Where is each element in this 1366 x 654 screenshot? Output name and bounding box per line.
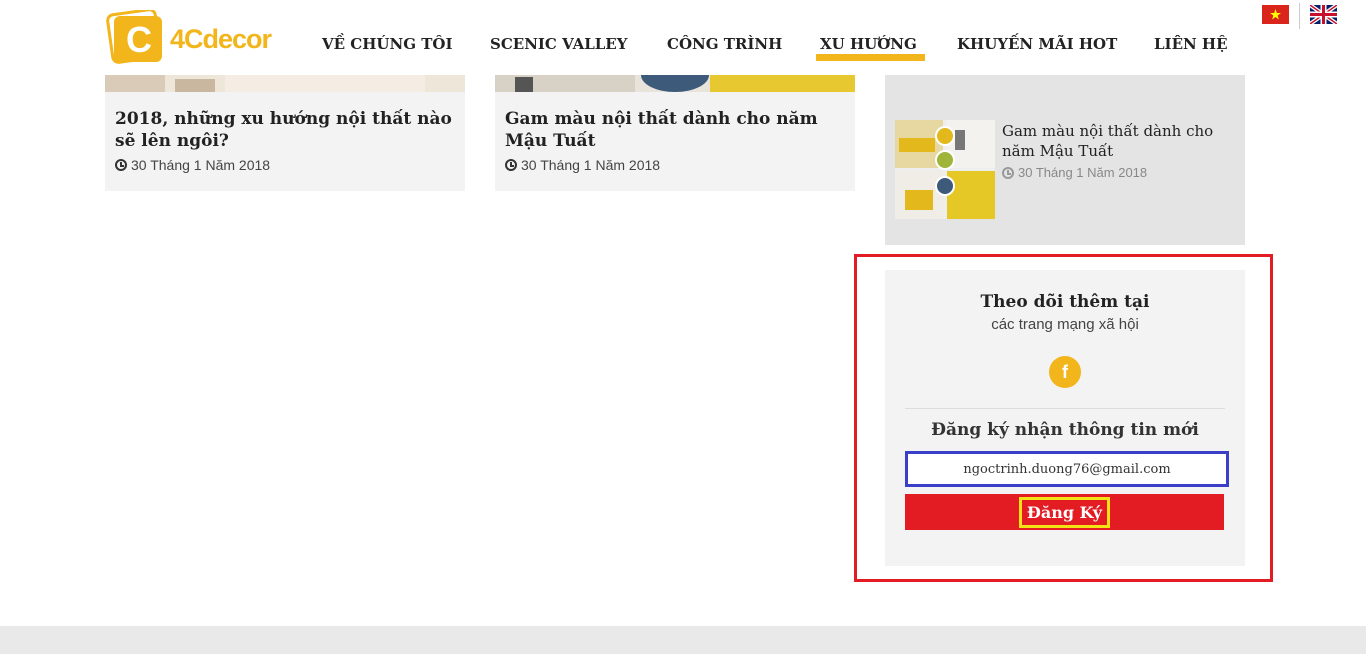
sidebar-recent-post[interactable]: Gam màu nội thất dành cho năm Mậu Tuất 3… <box>885 75 1245 245</box>
recent-post-thumbnail[interactable] <box>895 120 995 219</box>
highlight-outline <box>854 254 1273 582</box>
main-nav: VỀ CHÚNG TÔI SCENIC VALLEY CÔNG TRÌNH XU… <box>0 35 1366 61</box>
lang-divider <box>1299 3 1300 29</box>
nav-item-trends[interactable]: XU HƯỚNG <box>816 35 925 61</box>
clock-icon <box>505 159 517 171</box>
article-card[interactable]: Gam màu nội thất dành cho năm Mậu Tuất 3… <box>495 75 855 191</box>
nav-item-contact[interactable]: LIÊN HỆ <box>1154 35 1228 53</box>
footer <box>0 626 1366 654</box>
article-title[interactable]: 2018, những xu hướng nội thất nào sẽ lên… <box>115 108 455 152</box>
nav-item-projects[interactable]: CÔNG TRÌNH <box>667 35 782 53</box>
nav-item-scenic-valley[interactable]: SCENIC VALLEY <box>490 35 627 53</box>
article-thumbnail[interactable] <box>495 75 855 92</box>
uk-flag-icon[interactable] <box>1308 3 1339 26</box>
article-card[interactable]: 2018, những xu hướng nội thất nào sẽ lên… <box>105 75 465 191</box>
article-date: 30 Tháng 1 Năm 2018 <box>115 157 270 173</box>
nav-item-about[interactable]: VỀ CHÚNG TÔI <box>322 35 452 53</box>
nav-item-promotions[interactable]: KHUYẾN MÃI HOT <box>957 35 1117 53</box>
article-title[interactable]: Gam màu nội thất dành cho năm Mậu Tuất <box>505 108 845 152</box>
clock-icon <box>115 159 127 171</box>
recent-post-title[interactable]: Gam màu nội thất dành cho năm Mậu Tuất <box>1002 121 1222 161</box>
article-date: 30 Tháng 1 Năm 2018 <box>505 157 660 173</box>
article-thumbnail[interactable] <box>105 75 465 92</box>
recent-post-date: 30 Tháng 1 Năm 2018 <box>1002 165 1147 180</box>
vi-flag-icon[interactable] <box>1262 5 1289 24</box>
clock-icon <box>1002 166 1014 179</box>
